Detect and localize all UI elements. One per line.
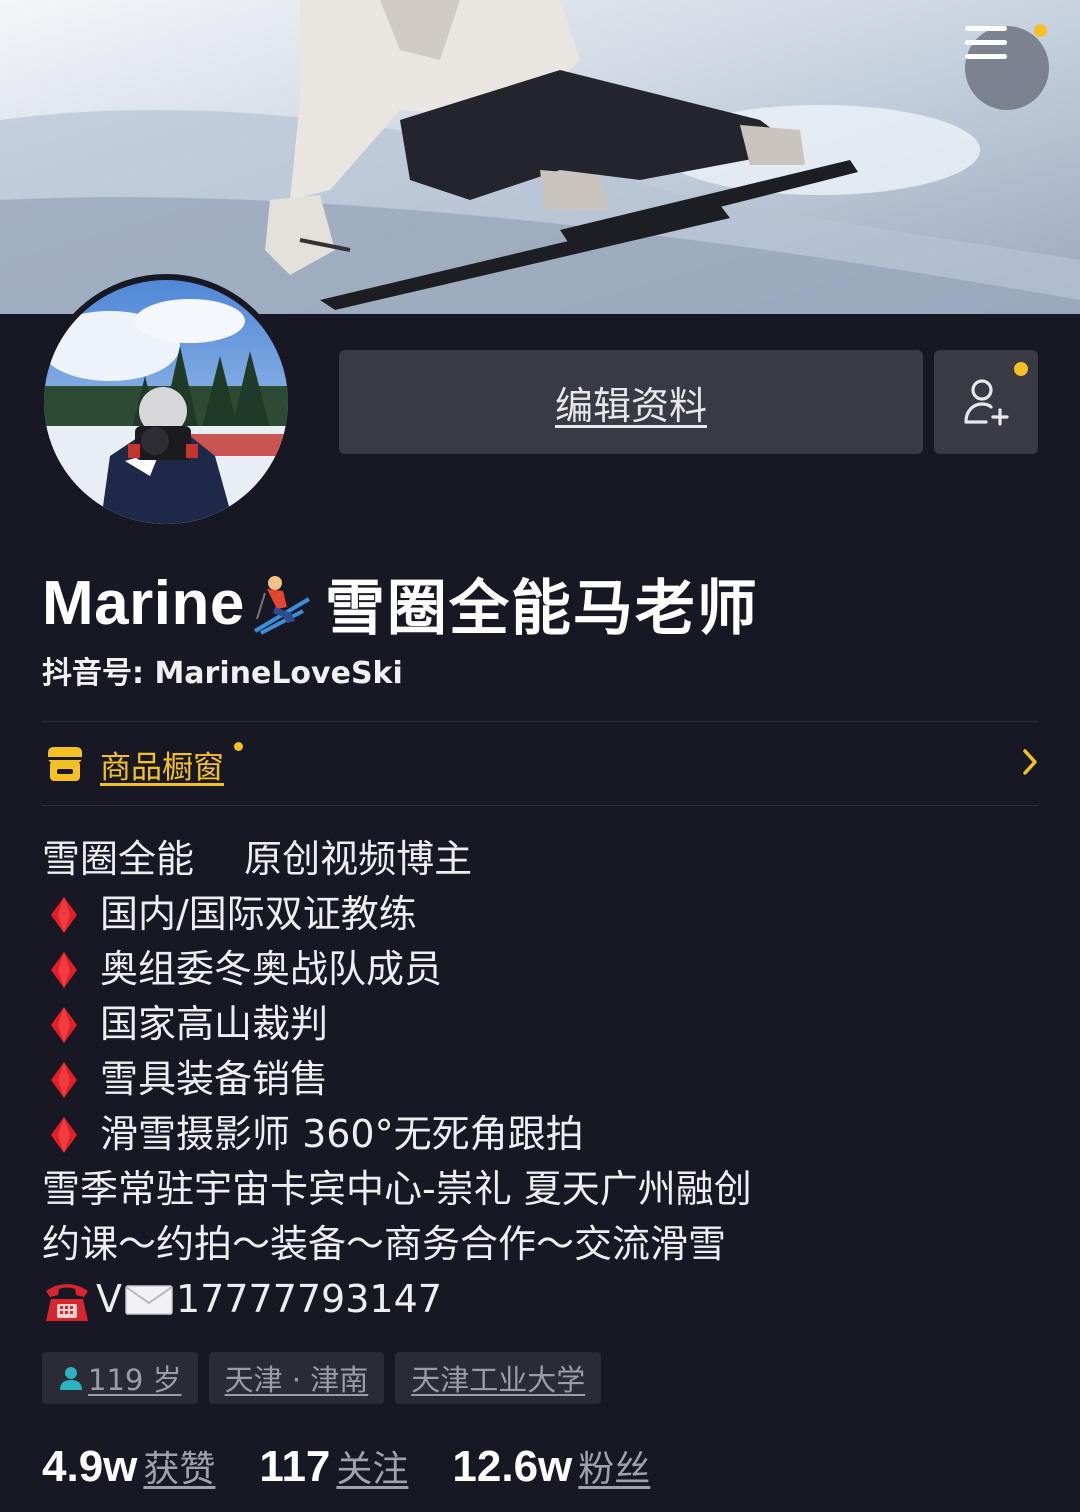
profile-stats: 4.9w 获赞 117 关注 12.6w 粉丝 — [42, 1440, 694, 1492]
person-icon — [60, 1367, 82, 1390]
bio-line: 雪圈全能 原创视频博主 — [42, 837, 473, 881]
bio-item-text: 滑雪摄影师 360°无死角跟拍 — [100, 1112, 584, 1156]
hamburger-menu-icon — [965, 26, 1007, 59]
bio-item: 雪具装备销售 — [42, 1052, 752, 1107]
notification-dot — [1014, 362, 1028, 376]
bio-item-text: 国家高山裁判 — [100, 1002, 329, 1046]
red-diamond-icon — [51, 1116, 77, 1153]
tag-age-text: 119 岁 — [88, 1363, 182, 1397]
avatar-photo — [44, 280, 288, 524]
tag-school[interactable]: 天津工业大学 — [395, 1352, 602, 1404]
contact-prefix: V — [96, 1277, 122, 1321]
red-diamond-icon — [51, 1061, 77, 1098]
likes-label: 获赞 — [143, 1449, 216, 1490]
bio-item: 滑雪摄影师 360°无死角跟拍 — [42, 1107, 752, 1162]
bio-item-text: 雪具装备销售 — [100, 1057, 329, 1101]
notification-dot — [1034, 24, 1047, 37]
profile-tags: 119 岁 天津 · 津南 天津工业大学 — [42, 1352, 602, 1404]
profile-bio: 雪圈全能 原创视频博主 国内/国际双证教练 奥组委冬奥战队成员 国家高山裁判 雪… — [42, 832, 752, 1327]
menu-button[interactable] — [965, 24, 1049, 110]
bio-line: 约课～约拍～装备～商务合作～交流滑雪 — [42, 1222, 727, 1266]
add-friend-button[interactable] — [934, 350, 1038, 454]
red-diamond-icon — [51, 896, 77, 933]
add-friend-icon — [964, 379, 1009, 426]
tag-location[interactable]: 天津 · 津南 — [208, 1352, 385, 1404]
bio-item: 奥组委冬奥战队成员 — [42, 942, 752, 997]
stat-followers[interactable]: 12.6w 粉丝 — [452, 1440, 650, 1492]
tag-age[interactable]: 119 岁 — [42, 1352, 198, 1404]
bio-line: 雪季常驻宇宙卡宾中心-崇礼 夏天广州融创 — [42, 1167, 752, 1211]
contact-number: 17777793147 — [176, 1277, 442, 1321]
bio-item-text: 奥组委冬奥战队成员 — [100, 947, 443, 991]
bio-item-text: 国内/国际双证教练 — [100, 892, 417, 936]
bio-item: 国家高山裁判 — [42, 997, 752, 1052]
chevron-right-icon — [1023, 749, 1037, 775]
telephone-icon — [46, 1283, 88, 1321]
shop-window-row[interactable]: 商品橱窗 — [42, 722, 1038, 806]
notification-dot — [234, 741, 243, 751]
banner-skier-photo — [0, 0, 1080, 314]
followers-label: 粉丝 — [578, 1449, 651, 1490]
red-diamond-icon — [51, 951, 77, 988]
likes-count: 4.9w — [42, 1442, 138, 1491]
following-label: 关注 — [336, 1449, 409, 1490]
bio-contact: V 17777793147 — [42, 1272, 752, 1327]
envelope-icon — [125, 1284, 173, 1315]
avatar[interactable] — [38, 274, 294, 530]
divider — [42, 805, 1038, 806]
stat-following[interactable]: 117 关注 — [259, 1440, 408, 1492]
bio-item: 国内/国际双证教练 — [42, 887, 752, 942]
douyin-id: 抖音号: MarineLoveSki — [42, 656, 403, 691]
skier-emoji-icon — [253, 575, 310, 635]
profile-banner[interactable] — [0, 0, 1080, 314]
shop-icon — [48, 747, 82, 781]
followers-count: 12.6w — [452, 1442, 573, 1491]
following-count: 117 — [259, 1442, 331, 1491]
edit-profile-button[interactable]: 编辑资料 — [339, 350, 923, 454]
name-cn: 雪圈全能马老师 — [324, 574, 759, 644]
profile-name: Marine 雪圈全能马老师 — [42, 560, 759, 647]
shop-window-label: 商品橱窗 — [100, 749, 224, 786]
name-en: Marine — [42, 569, 245, 638]
red-diamond-icon — [51, 1006, 77, 1043]
stat-likes[interactable]: 4.9w 获赞 — [42, 1440, 215, 1492]
